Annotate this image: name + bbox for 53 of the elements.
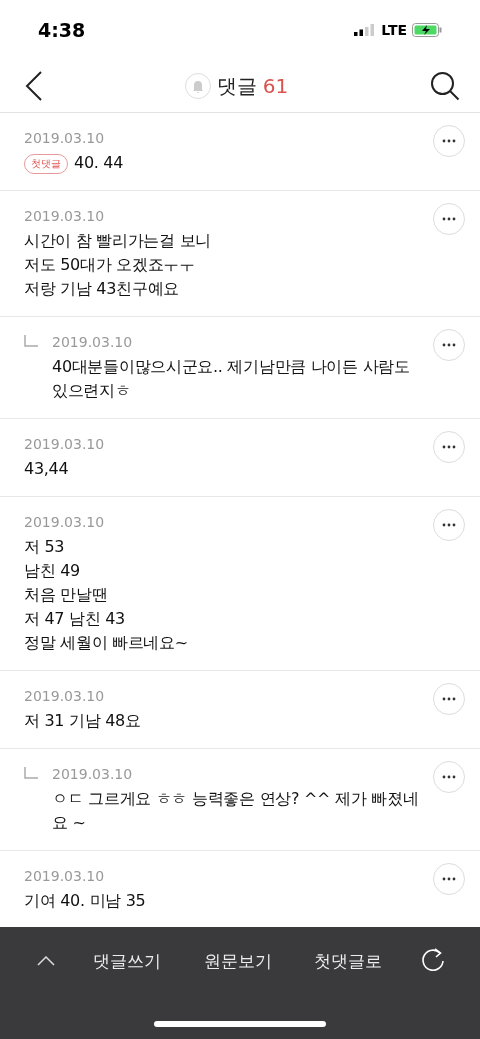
comment-date: 2019.03.10: [24, 435, 106, 453]
comment-text: 저 47 남친 43: [24, 608, 126, 630]
battery-icon: [412, 23, 442, 37]
comment-count: 61: [262, 74, 289, 98]
comment-text: 기여 40. 미남 35: [24, 890, 146, 912]
reply-icon: [24, 335, 38, 347]
comment-text: 43,44: [24, 458, 69, 480]
comment-text: 시간이 참 빨리가는걸 보니: [24, 230, 212, 252]
header-title: 댓글: [216, 72, 257, 100]
more-icon: [442, 523, 456, 527]
more-button[interactable]: [433, 761, 465, 793]
comment-text: 저도 50대가 오겠죠ㅜㅜ: [24, 254, 196, 276]
more-button[interactable]: [433, 863, 465, 895]
comment-date: 2019.03.10: [52, 333, 134, 351]
more-icon: [442, 139, 456, 143]
more-button[interactable]: [433, 329, 465, 361]
comment-text: 남친 49: [24, 560, 81, 582]
more-icon: [442, 697, 456, 701]
more-button[interactable]: [433, 683, 465, 715]
back-icon[interactable]: [25, 71, 43, 101]
comment-date: 2019.03.10: [24, 867, 106, 885]
comment-date: 2019.03.10: [24, 687, 106, 705]
toolbar-button[interactable]: 원문보기: [199, 945, 276, 977]
comment-text: ㅇㄷ 그르게요 ㅎㅎ 능력좋은 연상? ^^ 제가 빠졌네요 ~: [52, 788, 420, 834]
more-icon: [442, 445, 456, 449]
comment-text: 저 53: [24, 536, 66, 558]
comment-text: 40. 44: [74, 152, 124, 174]
comment-date: 2019.03.10: [24, 207, 106, 225]
comment-date: 2019.03.10: [24, 513, 106, 531]
signal-icon: [354, 24, 377, 36]
comment-date: 2019.03.10: [24, 129, 106, 147]
more-icon: [442, 877, 456, 881]
search-icon[interactable]: [430, 71, 460, 101]
toolbar-button[interactable]: 첫댓글로: [309, 945, 386, 977]
comment-date: 2019.03.10: [52, 765, 134, 783]
comment-text: 처음 만날땐: [24, 584, 109, 606]
bell-icon[interactable]: [184, 73, 211, 99]
more-button[interactable]: [433, 203, 465, 235]
comment-text: 저랑 기남 43친구예요: [24, 278, 180, 300]
network-label: LTE: [381, 22, 407, 38]
more-button[interactable]: [433, 431, 465, 463]
more-button[interactable]: [433, 509, 465, 541]
reply-icon: [24, 767, 38, 779]
more-icon: [442, 343, 456, 347]
more-button[interactable]: [433, 125, 465, 157]
more-icon: [442, 775, 456, 779]
comment-text: 정말 세월이 빠르네요~: [24, 632, 188, 654]
toolbar-button[interactable]: 댓글쓰기: [89, 945, 166, 977]
comment-text: 저 31 기남 48요: [24, 710, 141, 732]
comment-text: 40대분들이많으시군요.. 제기남만큼 나이든 사람도 있으련지ㅎ: [52, 356, 411, 402]
status-time: 4:38: [38, 19, 86, 41]
scroll-top-icon[interactable]: [37, 956, 55, 966]
more-icon: [442, 217, 456, 221]
